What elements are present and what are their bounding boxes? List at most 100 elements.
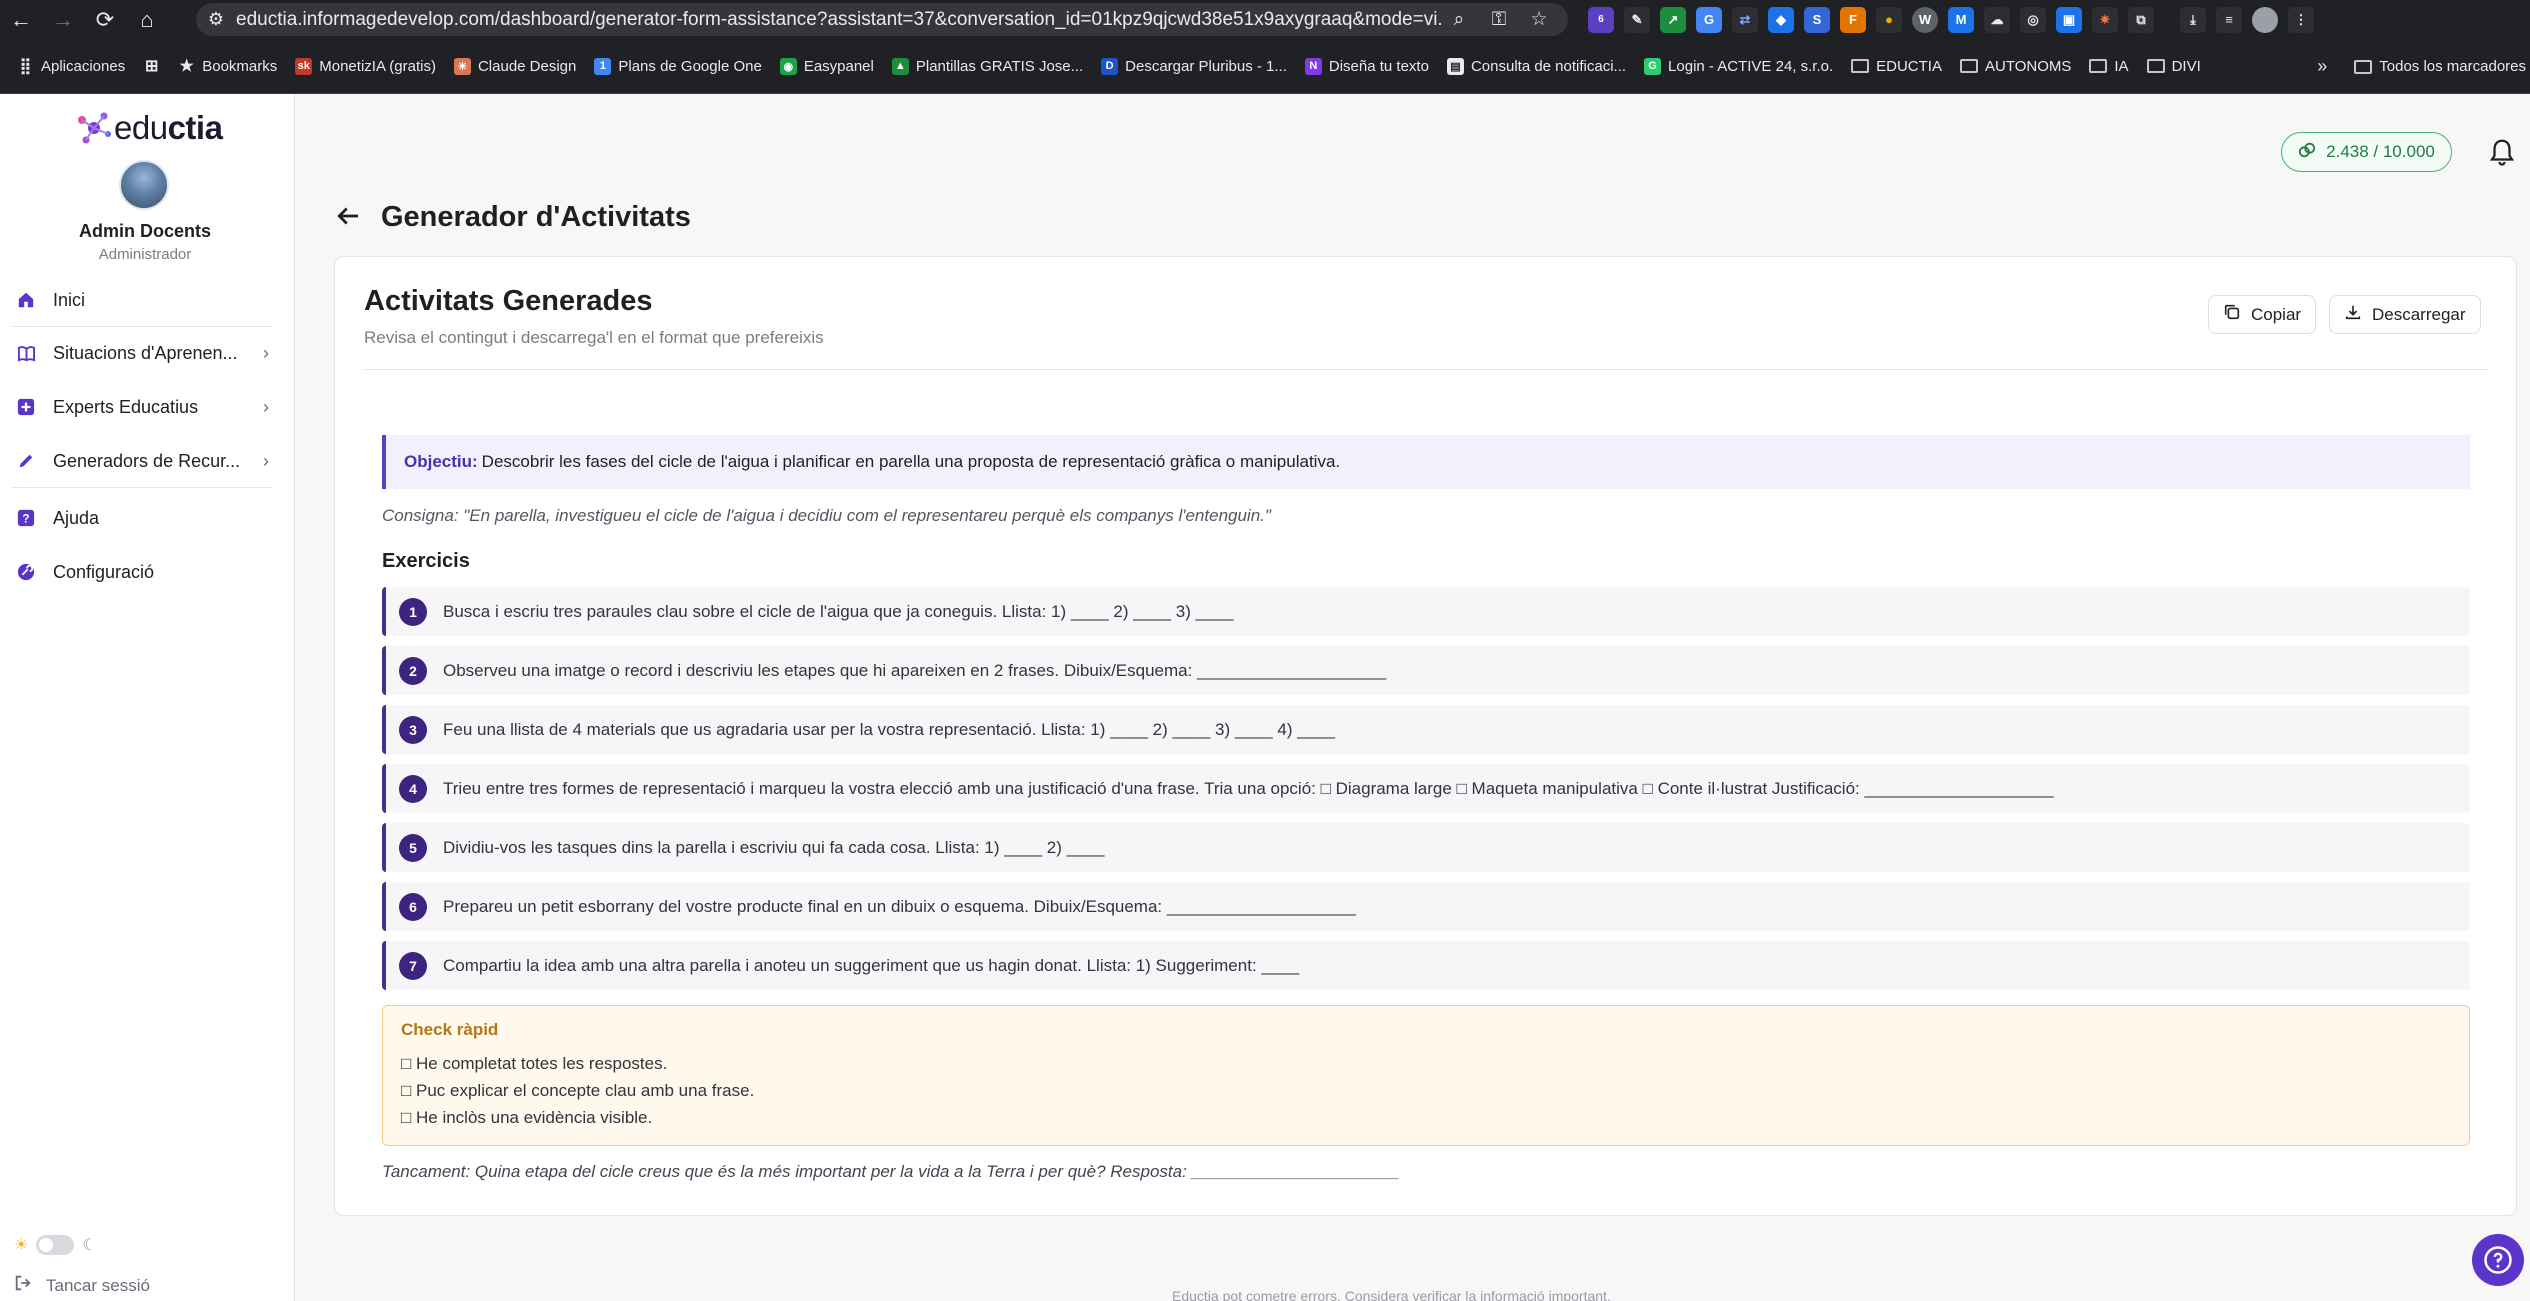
help-icon: ? [16,508,36,528]
bookmark-item[interactable]: AUTONOMS [1951,39,2080,94]
bookmark-label: IA [2114,57,2129,75]
bookmark-item[interactable]: ◉ Easypanel [771,39,883,94]
all-bookmarks-area: » Todos los marcadores [2317,39,2530,94]
credits-badge[interactable]: 2.438 / 10.000 [2281,132,2452,172]
logo-mark-icon [78,112,111,144]
bookmark-item[interactable]: ▤ Consulta de notificaci... [1438,39,1635,94]
home-nav-icon[interactable]: ⌂ [126,0,168,39]
eyedropper-icon[interactable]: ✎ [1624,6,1650,33]
s-extension-icon[interactable]: S [1804,6,1830,33]
reload-icon[interactable]: ⟳ [84,0,126,39]
sidebar-item-situacions[interactable]: Situacions d'Aprenen... › [0,333,285,373]
menu-dots-icon[interactable]: ⋮ [2288,6,2314,33]
folder-icon [1959,59,1978,73]
all-bookmarks-button[interactable]: Todos los marcadores [2379,58,2526,75]
chevron-right-icon: › [263,450,269,471]
spark-icon[interactable]: ✷ [2092,6,2118,33]
zoom-icon[interactable]: ⌕ [1444,5,1474,35]
extension-icon[interactable]: 6 [1588,6,1614,33]
sun-icon: ☀ [14,1237,29,1254]
sidebar-item-label: Inici [53,289,86,310]
exercise-text: Busca i escriu tres paraules clau sobre … [443,601,1234,621]
cloud-icon[interactable]: ☁ [1984,6,2010,33]
bulb-icon[interactable]: ● [1876,6,1902,33]
back-arrow-icon[interactable] [333,201,363,231]
quick-check-item: □ He inclòs una evidència visible. [401,1108,653,1127]
tokens-icon [2298,141,2316,164]
screenshot-icon[interactable]: ▣ [2056,6,2082,33]
bookmark-item[interactable]: IA [2080,39,2137,94]
profile-avatar[interactable] [2252,6,2278,33]
bookmark-item[interactable]: EDUCTIA [1842,39,1951,94]
download-button[interactable]: Descarregar [2329,295,2481,334]
puzzle-icon[interactable]: ⧉ [2128,6,2154,33]
f-extension-icon[interactable]: F [1840,6,1866,33]
bookmark-item[interactable]: 1 Plans de Google One [585,39,770,94]
bookmark-item[interactable]: ⊞ [134,39,169,94]
logout-button[interactable]: Tancar sessió [14,1274,150,1297]
logout-icon [14,1274,32,1297]
moon-icon: ☾ [82,1237,97,1254]
download-icon [2344,303,2362,326]
theme-switcher[interactable]: ☀ ☾ [14,1235,97,1255]
bookmark-item[interactable]: N Diseña tu texto [1296,39,1438,94]
bookmark-star-icon[interactable]: ☆ [1524,5,1554,35]
grid-icon: ⊞ [143,57,161,75]
bookmark-item[interactable]: D Descargar Pluribus - 1... [1092,39,1296,94]
bookmark-label: DIVI [2171,57,2201,75]
site-settings-icon[interactable]: ⚙ [196,9,236,30]
copy-button[interactable]: Copiar [2208,295,2317,334]
sidebar-item-configuracio[interactable]: Configuració [0,552,285,592]
translate-icon[interactable]: G [1696,6,1722,33]
theme-toggle[interactable] [36,1235,75,1255]
divider [364,369,2488,370]
back-nav-icon[interactable]: ← [0,0,42,39]
exercise-text: Compartiu la idea amb una altra parella … [443,955,1300,975]
bookmark-label: EDUCTIA [1876,57,1942,75]
avatar[interactable] [119,160,169,210]
tag-extension-icon[interactable]: ◆ [1768,6,1794,33]
eductia-logo[interactable]: eductia [74,108,223,148]
fingerprint-icon[interactable]: ◎ [2020,6,2046,33]
forward-nav-icon[interactable]: → [42,0,84,39]
url-text[interactable]: eductia.informagedevelop.com/dashboard/g… [236,9,1444,31]
bookmark-item[interactable]: ✳ Claude Design [445,39,585,94]
download-icon[interactable]: ⤓ [2180,6,2206,33]
sidebar-item-inici[interactable]: Inici [0,280,285,320]
w-extension-icon[interactable]: W [1912,6,1938,33]
chart-extension-icon[interactable]: ↗ [1660,6,1686,33]
link-extension-icon[interactable]: ⇄ [1732,6,1758,33]
page-title: Generador d'Activitats [381,201,691,233]
exercise-text: Feu una llista de 4 materials que us agr… [443,719,1336,739]
password-key-icon[interactable]: ⚿ [1484,5,1514,35]
m-extension-icon[interactable]: M [1948,6,1974,33]
bookmark-item[interactable]: ★ Bookmarks [169,39,286,94]
exercise-item: 6 Prepareu un petit esborrany del vostre… [382,882,2470,931]
bookmark-item[interactable]: ⣿ Aplicaciones [8,39,134,94]
divider [12,326,273,327]
bookmarks-overflow-icon[interactable]: » [2317,56,2327,77]
bookmark-item[interactable]: DIVI [2138,39,2210,94]
pluribus-icon: D [1101,57,1119,75]
media-icon[interactable]: ≡ [2216,6,2242,33]
bookmark-item[interactable]: ▲ Plantillas GRATIS Jose... [883,39,1092,94]
sidebar-item-ajuda[interactable]: ? Ajuda [0,498,285,538]
download-label: Descarregar [2372,304,2466,324]
bookmark-label: Aplicaciones [41,57,126,75]
sidebar-item-generadors[interactable]: Generadors de Recur... › [0,441,285,481]
help-fab-button[interactable] [2472,1234,2524,1286]
active24-icon: G [1644,57,1662,75]
exercise-number: 1 [399,597,427,626]
sidebar-item-experts[interactable]: Experts Educatius › [0,387,285,427]
home-icon [16,290,36,310]
copy-label: Copiar [2251,304,2302,324]
address-bar[interactable]: ⚙ eductia.informagedevelop.com/dashboard… [196,3,1568,36]
bookmark-item[interactable]: G Login - ACTIVE 24, s.r.o. [1635,39,1842,94]
bell-icon[interactable] [2487,137,2517,167]
bookmark-item[interactable]: sk MonetizIA (gratis) [286,39,445,94]
exercise-number: 3 [399,715,427,744]
bookmark-label: Plans de Google One [618,57,762,75]
result-card: Activitats Generades Revisa el contingut… [334,256,2517,1216]
bookmark-label: Login - ACTIVE 24, s.r.o. [1668,57,1834,75]
objective-label: Objectiu: [404,452,478,471]
